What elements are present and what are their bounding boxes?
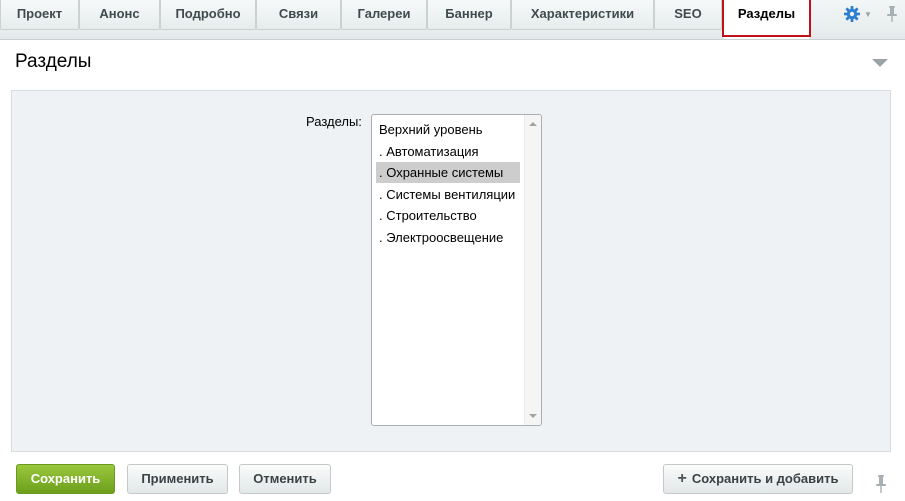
save-button[interactable]: Сохранить	[16, 464, 115, 494]
tab-links[interactable]: Связи	[256, 0, 341, 30]
plus-icon: +	[677, 470, 687, 487]
list-item-selected[interactable]: . Охранные системы	[376, 162, 520, 183]
tab-seo[interactable]: SEO	[654, 0, 722, 30]
sections-listbox[interactable]: Верхний уровень . Автоматизация . Охранн…	[371, 114, 542, 426]
gear-icon[interactable]	[843, 5, 861, 23]
pin-icon[interactable]	[874, 474, 888, 494]
tab-galleries[interactable]: Галереи	[341, 0, 427, 30]
scroll-up-arrow-icon[interactable]	[529, 122, 537, 126]
pin-icon[interactable]	[885, 5, 899, 23]
tab-sections[interactable]: Разделы	[722, 0, 811, 39]
sections-label: Разделы:	[306, 114, 362, 129]
scroll-down-arrow-icon[interactable]	[529, 414, 537, 418]
cancel-button[interactable]: Отменить	[239, 464, 331, 494]
list-item[interactable]: Верхний уровень	[376, 119, 520, 140]
tab-announce[interactable]: Анонс	[79, 0, 160, 30]
apply-button[interactable]: Применить	[127, 464, 228, 494]
collapse-arrow-icon[interactable]	[872, 59, 888, 67]
save-and-add-label: Сохранить и добавить	[691, 471, 839, 486]
save-and-add-button[interactable]: + Сохранить и добавить	[663, 464, 853, 494]
tab-project[interactable]: Проект	[0, 0, 79, 30]
list-item[interactable]: . Строительство	[376, 205, 520, 226]
tab-characteristics[interactable]: Характеристики	[511, 0, 654, 30]
tab-banner[interactable]: Баннер	[427, 0, 511, 30]
settings-dropdown-icon[interactable]: ▼	[864, 10, 872, 19]
list-item[interactable]: . Системы вентиляции	[376, 184, 520, 205]
listbox-scrollbar[interactable]	[524, 115, 541, 425]
list-item[interactable]: . Электроосвещение	[376, 227, 520, 248]
tab-bar: Проект Анонс Подробно Связи Галереи Банн…	[0, 0, 905, 40]
list-item[interactable]: . Автоматизация	[376, 141, 520, 162]
section-title: Разделы	[15, 51, 92, 72]
tab-details[interactable]: Подробно	[160, 0, 256, 30]
